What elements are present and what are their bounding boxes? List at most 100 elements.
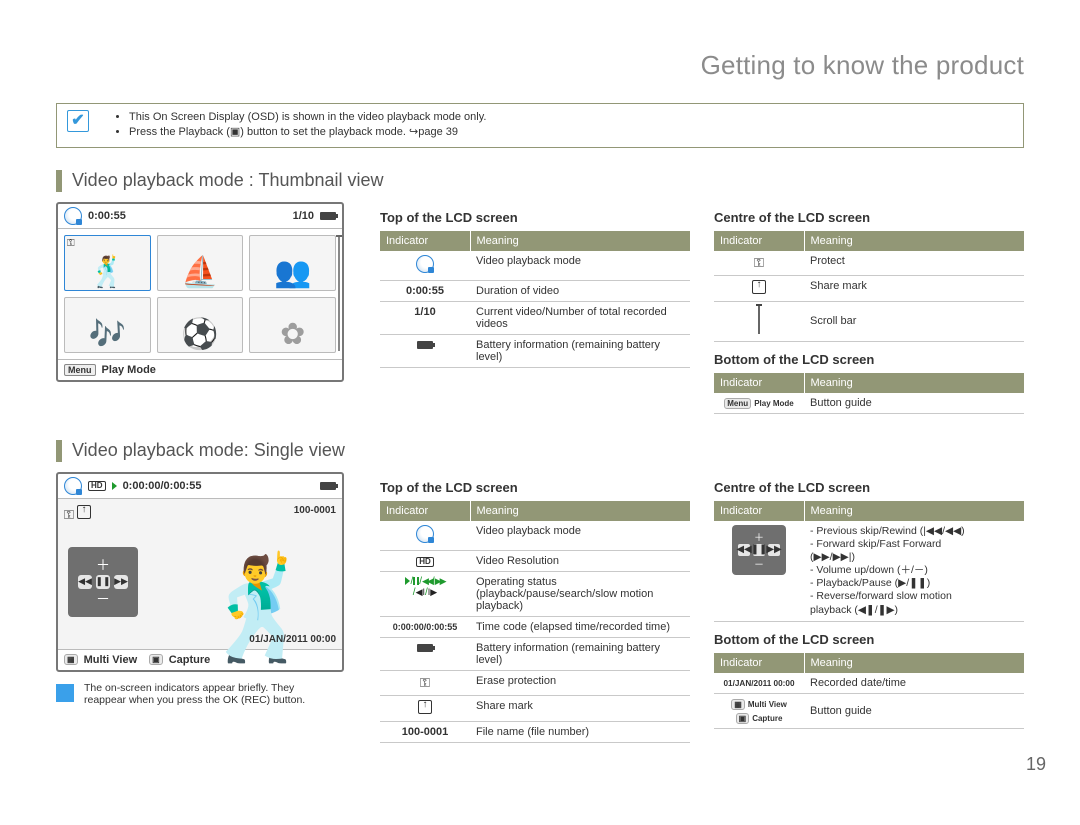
- video-mode-icon: [416, 255, 434, 273]
- slow-rev-icon: [416, 587, 425, 598]
- single-screen: HD 0:00:00/0:00:55 100-0001 🕺 ＋ ◀◀❚❚▶▶ －: [56, 472, 344, 672]
- thumbnail-item[interactable]: ⚽: [157, 297, 244, 353]
- protect-icon: ⚿: [67, 238, 75, 249]
- top-table-col: Top of the LCD screen Indicator Meaning …: [380, 202, 690, 424]
- pause-icon: ❚❚: [96, 575, 110, 589]
- thumbnail-item[interactable]: ⛵: [157, 235, 244, 291]
- table-row: ▦ Multi View ▣ Capture Button guide: [714, 693, 1024, 728]
- table-row: Share mark: [380, 695, 690, 721]
- note-icon: [56, 684, 74, 702]
- protect-icon: [64, 510, 74, 522]
- col-indicator: Indicator: [714, 373, 804, 393]
- play-icon: [112, 482, 117, 490]
- top-table-col-2: Top of the LCD screen Indicator Meaning …: [380, 472, 690, 753]
- col-meaning: Meaning: [804, 501, 1024, 521]
- col-meaning: Meaning: [804, 653, 1024, 673]
- playback-controls-icon: ＋ ◀◀❚❚▶▶ －: [732, 525, 786, 575]
- col-indicator: Indicator: [714, 501, 804, 521]
- menu-chip-icon: Menu: [724, 398, 751, 409]
- multiview-chip-icon: ▦: [731, 699, 745, 710]
- hd-icon: HD: [416, 557, 434, 567]
- menu-button[interactable]: Menu: [64, 364, 96, 376]
- col-indicator: Indicator: [380, 501, 470, 521]
- table-row: Scroll bar: [714, 301, 1024, 341]
- callout-box: ✔ This On Screen Display (OSD) is shown …: [56, 103, 1024, 148]
- share-icon: [418, 700, 432, 714]
- duration-text: 0:00:55: [88, 210, 126, 222]
- table-row: 100-0001File name (file number): [380, 721, 690, 742]
- centre-indicator-table-2: Indicator Meaning ＋ ◀◀❚❚▶▶ － -: [714, 501, 1024, 622]
- callout-list: This On Screen Display (OSD) is shown in…: [113, 110, 1013, 141]
- screen-column: 0:00:55 1/10 ⚿🕺 ⛵ 👥 🎶 ⚽ ✿ Menu Play Mo: [56, 202, 356, 424]
- table-row: Battery information (remaining battery l…: [380, 637, 690, 670]
- thumbnail-item[interactable]: ✿: [249, 297, 336, 353]
- table-row: 0:00:00/0:00:55Time code (elapsed time/r…: [380, 616, 690, 637]
- capture-button-chip[interactable]: ▣: [149, 654, 163, 665]
- share-icon: [77, 505, 91, 519]
- file-number: 100-0001: [294, 505, 336, 516]
- pause-icon: [413, 577, 419, 585]
- multiview-button-chip[interactable]: ▦: [64, 654, 78, 665]
- chapter-title: Getting to know the product: [56, 50, 1024, 81]
- section-heading-single: Video playback mode: Single view: [56, 440, 1024, 462]
- section-2-columns: HD 0:00:00/0:00:55 100-0001 🕺 ＋ ◀◀❚❚▶▶ －: [56, 472, 1024, 753]
- video-mode-icon: [416, 525, 434, 543]
- thumbnail-item[interactable]: 🎶: [64, 297, 151, 353]
- multiview-label: Multi View: [84, 654, 138, 666]
- video-mode-icon: [64, 477, 82, 495]
- date-overlay: 01/JAN/2011 00:00: [249, 634, 336, 645]
- col-meaning: Meaning: [470, 501, 690, 521]
- table-row: Erase protection: [380, 670, 690, 695]
- table-row: 1/10Current video/Number of total record…: [380, 301, 690, 334]
- thumbnail-item[interactable]: 👥: [249, 235, 336, 291]
- table-row: 0:00:55Duration of video: [380, 280, 690, 301]
- table-title: Bottom of the LCD screen: [714, 632, 1024, 647]
- forward-icon: ▶▶: [114, 575, 128, 589]
- share-icon: [752, 280, 766, 294]
- table-title: Centre of the LCD screen: [714, 480, 1024, 495]
- heading-bar-icon: [56, 440, 62, 462]
- video-mode-icon: [64, 207, 82, 225]
- page-number: 19: [1026, 754, 1046, 775]
- overlay-icons: [64, 505, 91, 523]
- battery-icon: [417, 341, 433, 349]
- section-heading-text: Video playback mode : Thumbnail view: [72, 170, 384, 191]
- heading-bar-icon: [56, 170, 62, 192]
- rewind-icon: [422, 576, 432, 587]
- play-icon: [405, 577, 410, 585]
- scrollbar-icon: [758, 306, 760, 334]
- bottom-indicator-table: Indicator Meaning Menu Play ModeButton g…: [714, 373, 1024, 414]
- table-row: Video playback mode: [380, 521, 690, 551]
- battery-icon: [320, 482, 336, 490]
- table-row: Video playback mode: [380, 251, 690, 281]
- battery-icon: [320, 212, 336, 220]
- centre-bottom-col: Centre of the LCD screen Indicator Meani…: [714, 202, 1024, 424]
- scrollbar[interactable]: [338, 237, 340, 351]
- hd-badge: HD: [88, 481, 106, 491]
- screen-column: HD 0:00:00/0:00:55 100-0001 🕺 ＋ ◀◀❚❚▶▶ －: [56, 472, 356, 753]
- table-title: Top of the LCD screen: [380, 480, 690, 495]
- screen-topbar: HD 0:00:00/0:00:55: [58, 474, 342, 499]
- thumbnail-item[interactable]: ⚿🕺: [64, 235, 151, 291]
- col-meaning: Meaning: [804, 231, 1024, 251]
- table-row: Share mark: [714, 275, 1024, 301]
- controls-meaning: - Previous skip/Rewind (|◀◀/◀◀) - Forwar…: [804, 521, 1024, 621]
- callout-item: Press the Playback (▣) button to set the…: [129, 125, 1013, 140]
- col-meaning: Meaning: [804, 373, 1024, 393]
- top-indicator-table-2: Indicator Meaning Video playback mode HD…: [380, 501, 690, 743]
- video-area: 100-0001 🕺 ＋ ◀◀❚❚▶▶ － 01/JAN/2011 00:00: [58, 499, 342, 649]
- table-title: Centre of the LCD screen: [714, 210, 1024, 225]
- playback-controls[interactable]: ＋ ◀◀❚❚▶▶ －: [68, 547, 138, 617]
- timecode-text: 0:00:00/0:00:55: [123, 480, 202, 492]
- callout-item: This On Screen Display (OSD) is shown in…: [129, 110, 1013, 125]
- screen-bottombar: Menu Play Mode: [58, 359, 342, 380]
- note-text: The on-screen indicators appear briefly.…: [84, 682, 305, 706]
- col-meaning: Meaning: [470, 231, 690, 251]
- slow-fwd-icon: [428, 587, 437, 598]
- battery-icon: [417, 644, 433, 652]
- table-row: /// // Operating status (playback/pause/…: [380, 571, 690, 616]
- col-indicator: Indicator: [380, 231, 470, 251]
- table-title: Top of the LCD screen: [380, 210, 690, 225]
- counter-text: 1/10: [293, 210, 314, 222]
- section-heading-thumbnail: Video playback mode : Thumbnail view: [56, 170, 1024, 192]
